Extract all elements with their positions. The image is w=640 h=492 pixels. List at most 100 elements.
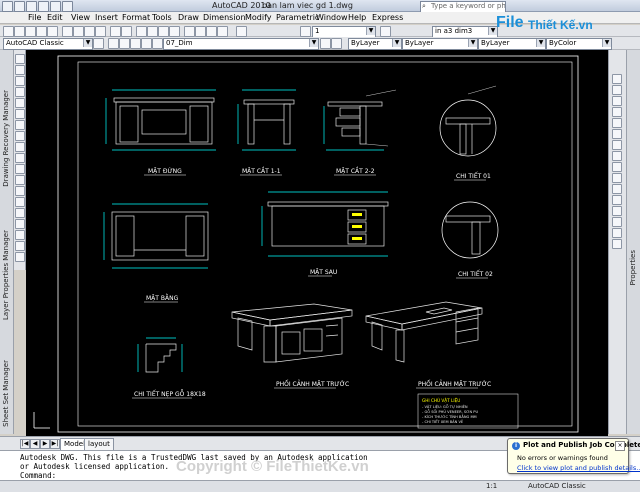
dimstyle-manager-icon[interactable] bbox=[380, 26, 391, 37]
pan-icon[interactable] bbox=[136, 26, 147, 37]
table-icon[interactable] bbox=[15, 241, 25, 251]
lineweight-select[interactable]: ByLayer ▼ bbox=[478, 38, 546, 50]
break-icon[interactable] bbox=[612, 195, 622, 205]
workspace-settings-icon[interactable] bbox=[93, 38, 104, 49]
scale-icon[interactable] bbox=[612, 151, 622, 161]
revision-cloud-icon[interactable] bbox=[15, 131, 25, 141]
menu-modify[interactable]: Modify bbox=[245, 13, 272, 22]
menu-dimension[interactable]: Dimension bbox=[203, 13, 246, 22]
rotate-icon[interactable] bbox=[612, 140, 622, 150]
join-icon[interactable] bbox=[612, 206, 622, 216]
command-prompt[interactable]: Command: bbox=[20, 471, 56, 480]
layer-on-icon[interactable] bbox=[130, 38, 141, 49]
explode-icon[interactable] bbox=[612, 239, 622, 249]
menu-window[interactable]: Window bbox=[316, 13, 348, 22]
cut-icon[interactable] bbox=[62, 26, 73, 37]
help-icon[interactable] bbox=[217, 26, 228, 37]
offset-icon[interactable] bbox=[612, 107, 622, 117]
copy-object-icon[interactable] bbox=[612, 85, 622, 95]
qnew-icon[interactable] bbox=[3, 26, 14, 37]
tool-palettes-icon[interactable] bbox=[206, 26, 217, 37]
menu-view[interactable]: View bbox=[71, 13, 90, 22]
menu-file[interactable]: File bbox=[28, 13, 41, 22]
design-center-icon[interactable] bbox=[195, 26, 206, 37]
color-select[interactable]: ByLayer ▼ bbox=[348, 38, 402, 50]
undo-toolbar-icon[interactable] bbox=[110, 26, 121, 37]
first-tab-icon[interactable]: |◀ bbox=[20, 439, 30, 449]
layer-select[interactable]: 07_Dim ▼ bbox=[163, 38, 319, 50]
menu-format[interactable]: Format bbox=[122, 13, 150, 22]
erase-icon[interactable] bbox=[612, 74, 622, 84]
layer-manager-icon[interactable] bbox=[108, 38, 119, 49]
menu-edit[interactable]: Edit bbox=[47, 13, 63, 22]
construction-line-icon[interactable] bbox=[15, 65, 25, 75]
prev-tab-icon[interactable]: ◀ bbox=[30, 439, 40, 449]
notification-balloon[interactable]: i Plot and Publish Job Complete × No err… bbox=[507, 438, 640, 474]
ellipse-icon[interactable] bbox=[15, 153, 25, 163]
spline-icon[interactable] bbox=[15, 142, 25, 152]
redo-icon[interactable] bbox=[62, 1, 73, 12]
fillet-icon[interactable] bbox=[612, 228, 622, 238]
array-icon[interactable] bbox=[612, 118, 622, 128]
trim-icon[interactable] bbox=[612, 173, 622, 183]
stretch-icon[interactable] bbox=[612, 162, 622, 172]
arc-icon[interactable] bbox=[15, 109, 25, 119]
open-file-icon[interactable] bbox=[26, 1, 37, 12]
chamfer-icon[interactable] bbox=[612, 217, 622, 227]
line-icon[interactable] bbox=[15, 54, 25, 64]
layer-freeze-icon[interactable] bbox=[141, 38, 152, 49]
insert-block-icon[interactable] bbox=[15, 175, 25, 185]
save-icon[interactable] bbox=[38, 1, 49, 12]
polygon-icon[interactable] bbox=[15, 87, 25, 97]
workspace-select[interactable]: AutoCAD Classic ▼ bbox=[3, 38, 93, 50]
drawing-canvas[interactable]: MẶT ĐỨNG MẶT CẮT 1-1 MẶT CẮT 2-2 CHI TIẾ… bbox=[26, 50, 608, 436]
menu-help[interactable]: Help bbox=[348, 13, 366, 22]
zoom-previous-icon[interactable] bbox=[169, 26, 180, 37]
properties-icon[interactable] bbox=[184, 26, 195, 37]
open-icon[interactable] bbox=[14, 26, 25, 37]
linetype-select[interactable]: ByLayer ▼ bbox=[402, 38, 478, 50]
multiline-text-icon[interactable] bbox=[15, 252, 25, 262]
gradient-icon[interactable] bbox=[15, 219, 25, 229]
menu-parametric[interactable]: Parametric bbox=[276, 13, 319, 22]
menu-tools[interactable]: Tools bbox=[152, 13, 172, 22]
make-current-icon[interactable] bbox=[320, 38, 331, 49]
save-toolbar-icon[interactable] bbox=[25, 26, 36, 37]
next-tab-icon[interactable]: ▶ bbox=[40, 439, 50, 449]
region-icon[interactable] bbox=[15, 230, 25, 240]
hatch-icon[interactable] bbox=[15, 208, 25, 218]
make-block-icon[interactable] bbox=[15, 186, 25, 196]
match-prop-icon[interactable] bbox=[95, 26, 106, 37]
drawing-recovery-tab[interactable]: Drawing Recovery Manager bbox=[2, 90, 10, 187]
layer-state-icon[interactable] bbox=[119, 38, 130, 49]
paste-icon[interactable] bbox=[84, 26, 95, 37]
notification-details-link[interactable]: Click to view plot and publish details..… bbox=[517, 464, 640, 472]
menu-draw[interactable]: Draw bbox=[178, 13, 199, 22]
rectangle-icon[interactable] bbox=[15, 98, 25, 108]
new-file-icon[interactable] bbox=[14, 1, 25, 12]
circle-icon[interactable] bbox=[15, 120, 25, 130]
zoom-window-icon[interactable] bbox=[158, 26, 169, 37]
layer-previous-icon[interactable] bbox=[331, 38, 342, 49]
move-icon[interactable] bbox=[612, 129, 622, 139]
workspace-status[interactable]: AutoCAD Classic bbox=[528, 482, 586, 490]
preview-icon[interactable] bbox=[47, 26, 58, 37]
text-style-icon[interactable] bbox=[236, 26, 247, 37]
redo-toolbar-icon[interactable] bbox=[121, 26, 132, 37]
plotstyle-select[interactable]: ByColor ▼ bbox=[546, 38, 612, 50]
app-menu-icon[interactable] bbox=[2, 1, 13, 12]
last-tab-icon[interactable]: ▶| bbox=[50, 439, 60, 449]
ellipse-arc-icon[interactable] bbox=[15, 164, 25, 174]
plot-icon[interactable] bbox=[36, 26, 47, 37]
close-icon[interactable]: × bbox=[615, 441, 625, 451]
menu-express[interactable]: Express bbox=[372, 13, 403, 22]
polyline-icon[interactable] bbox=[15, 76, 25, 86]
point-icon[interactable] bbox=[15, 197, 25, 207]
layer-lock-icon[interactable] bbox=[152, 38, 163, 49]
layer-properties-tab[interactable]: Layer Properties Manager bbox=[2, 230, 10, 320]
mirror-icon[interactable] bbox=[612, 96, 622, 106]
extend-icon[interactable] bbox=[612, 184, 622, 194]
annotation-scale-status[interactable]: 1:1 bbox=[486, 482, 497, 490]
menu-insert[interactable]: Insert bbox=[95, 13, 118, 22]
dim-style-icon[interactable] bbox=[300, 26, 311, 37]
